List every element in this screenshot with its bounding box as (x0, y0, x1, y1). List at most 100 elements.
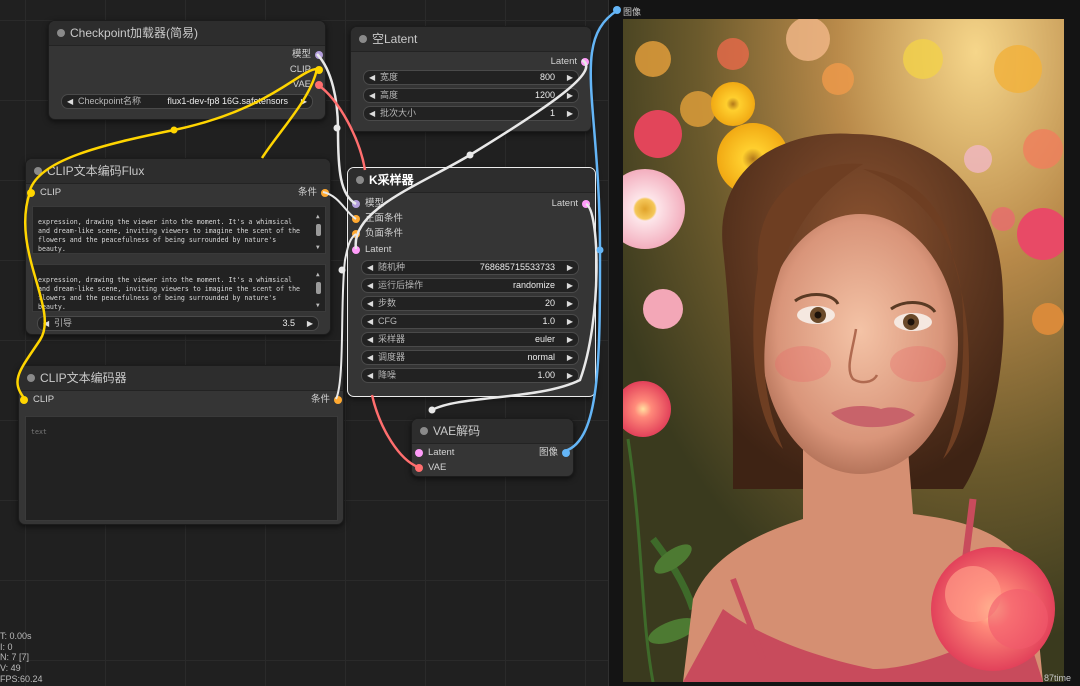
output-clip[interactable]: CLIP (211, 63, 323, 77)
vae-slot-dot[interactable] (315, 81, 323, 89)
collapse-dot-icon[interactable] (27, 374, 35, 382)
clip-l-textarea[interactable]: expression, drawing the viewer into the … (32, 206, 326, 254)
decrement-arrow-icon[interactable]: ◀ (369, 71, 375, 84)
height-widget[interactable]: ◀ 高度 1200 ▶ (363, 88, 579, 103)
scheduler-widget[interactable]: ◀ 调度器 normal ▶ (361, 350, 579, 365)
output-vae[interactable]: VAE (211, 78, 323, 92)
input-model[interactable]: 模型 (352, 197, 455, 211)
collapse-dot-icon[interactable] (34, 167, 42, 175)
conditioning-slot-dot[interactable] (352, 230, 360, 238)
increment-arrow-icon[interactable]: ▶ (567, 261, 573, 274)
widget-label: 调度器 (378, 352, 406, 362)
output-conditioning[interactable]: 条件 (250, 393, 342, 407)
increment-arrow-icon[interactable]: ▶ (567, 369, 573, 382)
clip-encoder-title[interactable]: CLIP文本编码器 (19, 366, 343, 391)
increment-arrow-icon[interactable]: ▶ (567, 351, 573, 364)
output-latent[interactable]: Latent (498, 197, 590, 211)
increment-arrow-icon[interactable]: ▶ (567, 333, 573, 346)
vae-slot-dot[interactable] (415, 464, 423, 472)
increment-arrow-icon[interactable]: ▶ (567, 315, 573, 328)
sampler-name-widget[interactable]: ◀ 采样器 euler ▶ (361, 332, 579, 347)
guidance-widget[interactable]: ◀ 引导 3.5 ▶ (37, 316, 319, 331)
clip-slot-dot[interactable] (20, 396, 28, 404)
image-slot-dot[interactable] (562, 449, 570, 457)
checkpoint-loader-title[interactable]: Checkpoint加载器(简易) (49, 21, 325, 46)
input-clip[interactable]: CLIP (20, 393, 113, 407)
clip-slot-dot[interactable] (315, 66, 323, 74)
scroll-down-icon[interactable]: ▼ (316, 243, 320, 252)
ckpt-name-combo[interactable]: ◀ Checkpoint名称 flux1-dev-fp8 16G.safeten… (61, 94, 313, 109)
control-after-generate-widget[interactable]: ◀ 运行后操作 randomize ▶ (361, 278, 579, 293)
input-latent[interactable]: Latent (415, 446, 488, 460)
decrement-arrow-icon[interactable]: ◀ (67, 95, 73, 108)
checkpoint-loader-node[interactable]: Checkpoint加载器(简易) 模型 CLIP VAE ◀ Checkpoi… (48, 20, 326, 120)
model-slot-dot[interactable] (352, 200, 360, 208)
clip-text-encoder-node[interactable]: CLIP文本编码器 CLIP 条件 text (18, 365, 344, 525)
conditioning-slot-dot[interactable] (352, 215, 360, 223)
collapse-dot-icon[interactable] (420, 427, 428, 435)
scroll-down-icon[interactable]: ▼ (316, 301, 320, 310)
output-conditioning[interactable]: 条件 (237, 186, 329, 200)
cfg-widget[interactable]: ◀ CFG 1.0 ▶ (361, 314, 579, 329)
input-vae[interactable]: VAE (415, 461, 488, 475)
latent-slot-dot[interactable] (582, 200, 590, 208)
decrement-arrow-icon[interactable]: ◀ (367, 369, 373, 382)
preview-image-input-dot[interactable] (613, 6, 621, 14)
ksampler-title[interactable]: K采样器 (348, 168, 595, 193)
increment-arrow-icon[interactable]: ▶ (307, 317, 313, 330)
clip-flux-title[interactable]: CLIP文本编码Flux (26, 159, 330, 184)
decrement-arrow-icon[interactable]: ◀ (367, 315, 373, 328)
text-textarea[interactable]: text (25, 416, 338, 521)
input-clip[interactable]: CLIP (27, 186, 120, 200)
increment-arrow-icon[interactable]: ▶ (567, 89, 573, 102)
output-model[interactable]: 模型 (211, 48, 323, 62)
latent-slot-dot[interactable] (352, 246, 360, 254)
batch-size-widget[interactable]: ◀ 批次大小 1 ▶ (363, 106, 579, 121)
textarea-scrollbar[interactable]: ▲ ▼ (316, 212, 321, 251)
decrement-arrow-icon[interactable]: ◀ (369, 89, 375, 102)
increment-arrow-icon[interactable]: ▶ (567, 71, 573, 84)
ksampler-node[interactable]: K采样器 模型 正面条件 负面条件 Latent Latent ◀ 随机种 76… (347, 167, 596, 397)
decrement-arrow-icon[interactable]: ◀ (43, 317, 49, 330)
input-positive[interactable]: 正面条件 (352, 212, 455, 226)
textarea-scrollbar[interactable]: ▲ ▼ (316, 270, 321, 309)
empty-latent-node[interactable]: 空Latent Latent ◀ 宽度 800 ▶ ◀ 高度 1200 ▶ ◀ … (350, 26, 592, 132)
input-negative[interactable]: 负面条件 (352, 227, 455, 241)
latent-slot-dot[interactable] (581, 58, 589, 66)
increment-arrow-icon[interactable]: ▶ (301, 95, 307, 108)
increment-arrow-icon[interactable]: ▶ (567, 297, 573, 310)
vae-decode-title[interactable]: VAE解码 (412, 419, 573, 444)
empty-latent-title[interactable]: 空Latent (351, 27, 591, 52)
scroll-thumb[interactable] (316, 282, 321, 294)
conditioning-slot-dot[interactable] (334, 396, 342, 404)
decrement-arrow-icon[interactable]: ◀ (367, 297, 373, 310)
output-latent[interactable]: Latent (477, 55, 589, 69)
decrement-arrow-icon[interactable]: ◀ (367, 279, 373, 292)
clip-text-encode-flux-node[interactable]: CLIP文本编码Flux CLIP 条件 expression, drawing… (25, 158, 331, 335)
conditioning-slot-dot[interactable] (321, 189, 329, 197)
collapse-dot-icon[interactable] (359, 35, 367, 43)
scroll-up-icon[interactable]: ▲ (316, 270, 320, 279)
collapse-dot-icon[interactable] (356, 176, 364, 184)
denoise-widget[interactable]: ◀ 降噪 1.00 ▶ (361, 368, 579, 383)
latent-slot-dot[interactable] (415, 449, 423, 457)
vae-decode-node[interactable]: VAE解码 Latent VAE 图像 (411, 418, 574, 477)
collapse-dot-icon[interactable] (57, 29, 65, 37)
increment-arrow-icon[interactable]: ▶ (567, 107, 573, 120)
seed-widget[interactable]: ◀ 随机种 768685715533733 ▶ (361, 260, 579, 275)
input-latent[interactable]: Latent (352, 243, 455, 257)
clip-slot-dot[interactable] (27, 189, 35, 197)
scroll-up-icon[interactable]: ▲ (316, 212, 320, 221)
output-image[interactable]: 图像 (498, 446, 570, 460)
decrement-arrow-icon[interactable]: ◀ (367, 351, 373, 364)
steps-widget[interactable]: ◀ 步数 20 ▶ (361, 296, 579, 311)
increment-arrow-icon[interactable]: ▶ (567, 279, 573, 292)
widget-value: euler (534, 334, 555, 344)
t5xxl-textarea[interactable]: expression, drawing the viewer into the … (32, 264, 326, 312)
model-slot-dot[interactable] (315, 51, 323, 59)
decrement-arrow-icon[interactable]: ◀ (367, 333, 373, 346)
scroll-thumb[interactable] (316, 224, 321, 236)
decrement-arrow-icon[interactable]: ◀ (367, 261, 373, 274)
width-widget[interactable]: ◀ 宽度 800 ▶ (363, 70, 579, 85)
decrement-arrow-icon[interactable]: ◀ (369, 107, 375, 120)
